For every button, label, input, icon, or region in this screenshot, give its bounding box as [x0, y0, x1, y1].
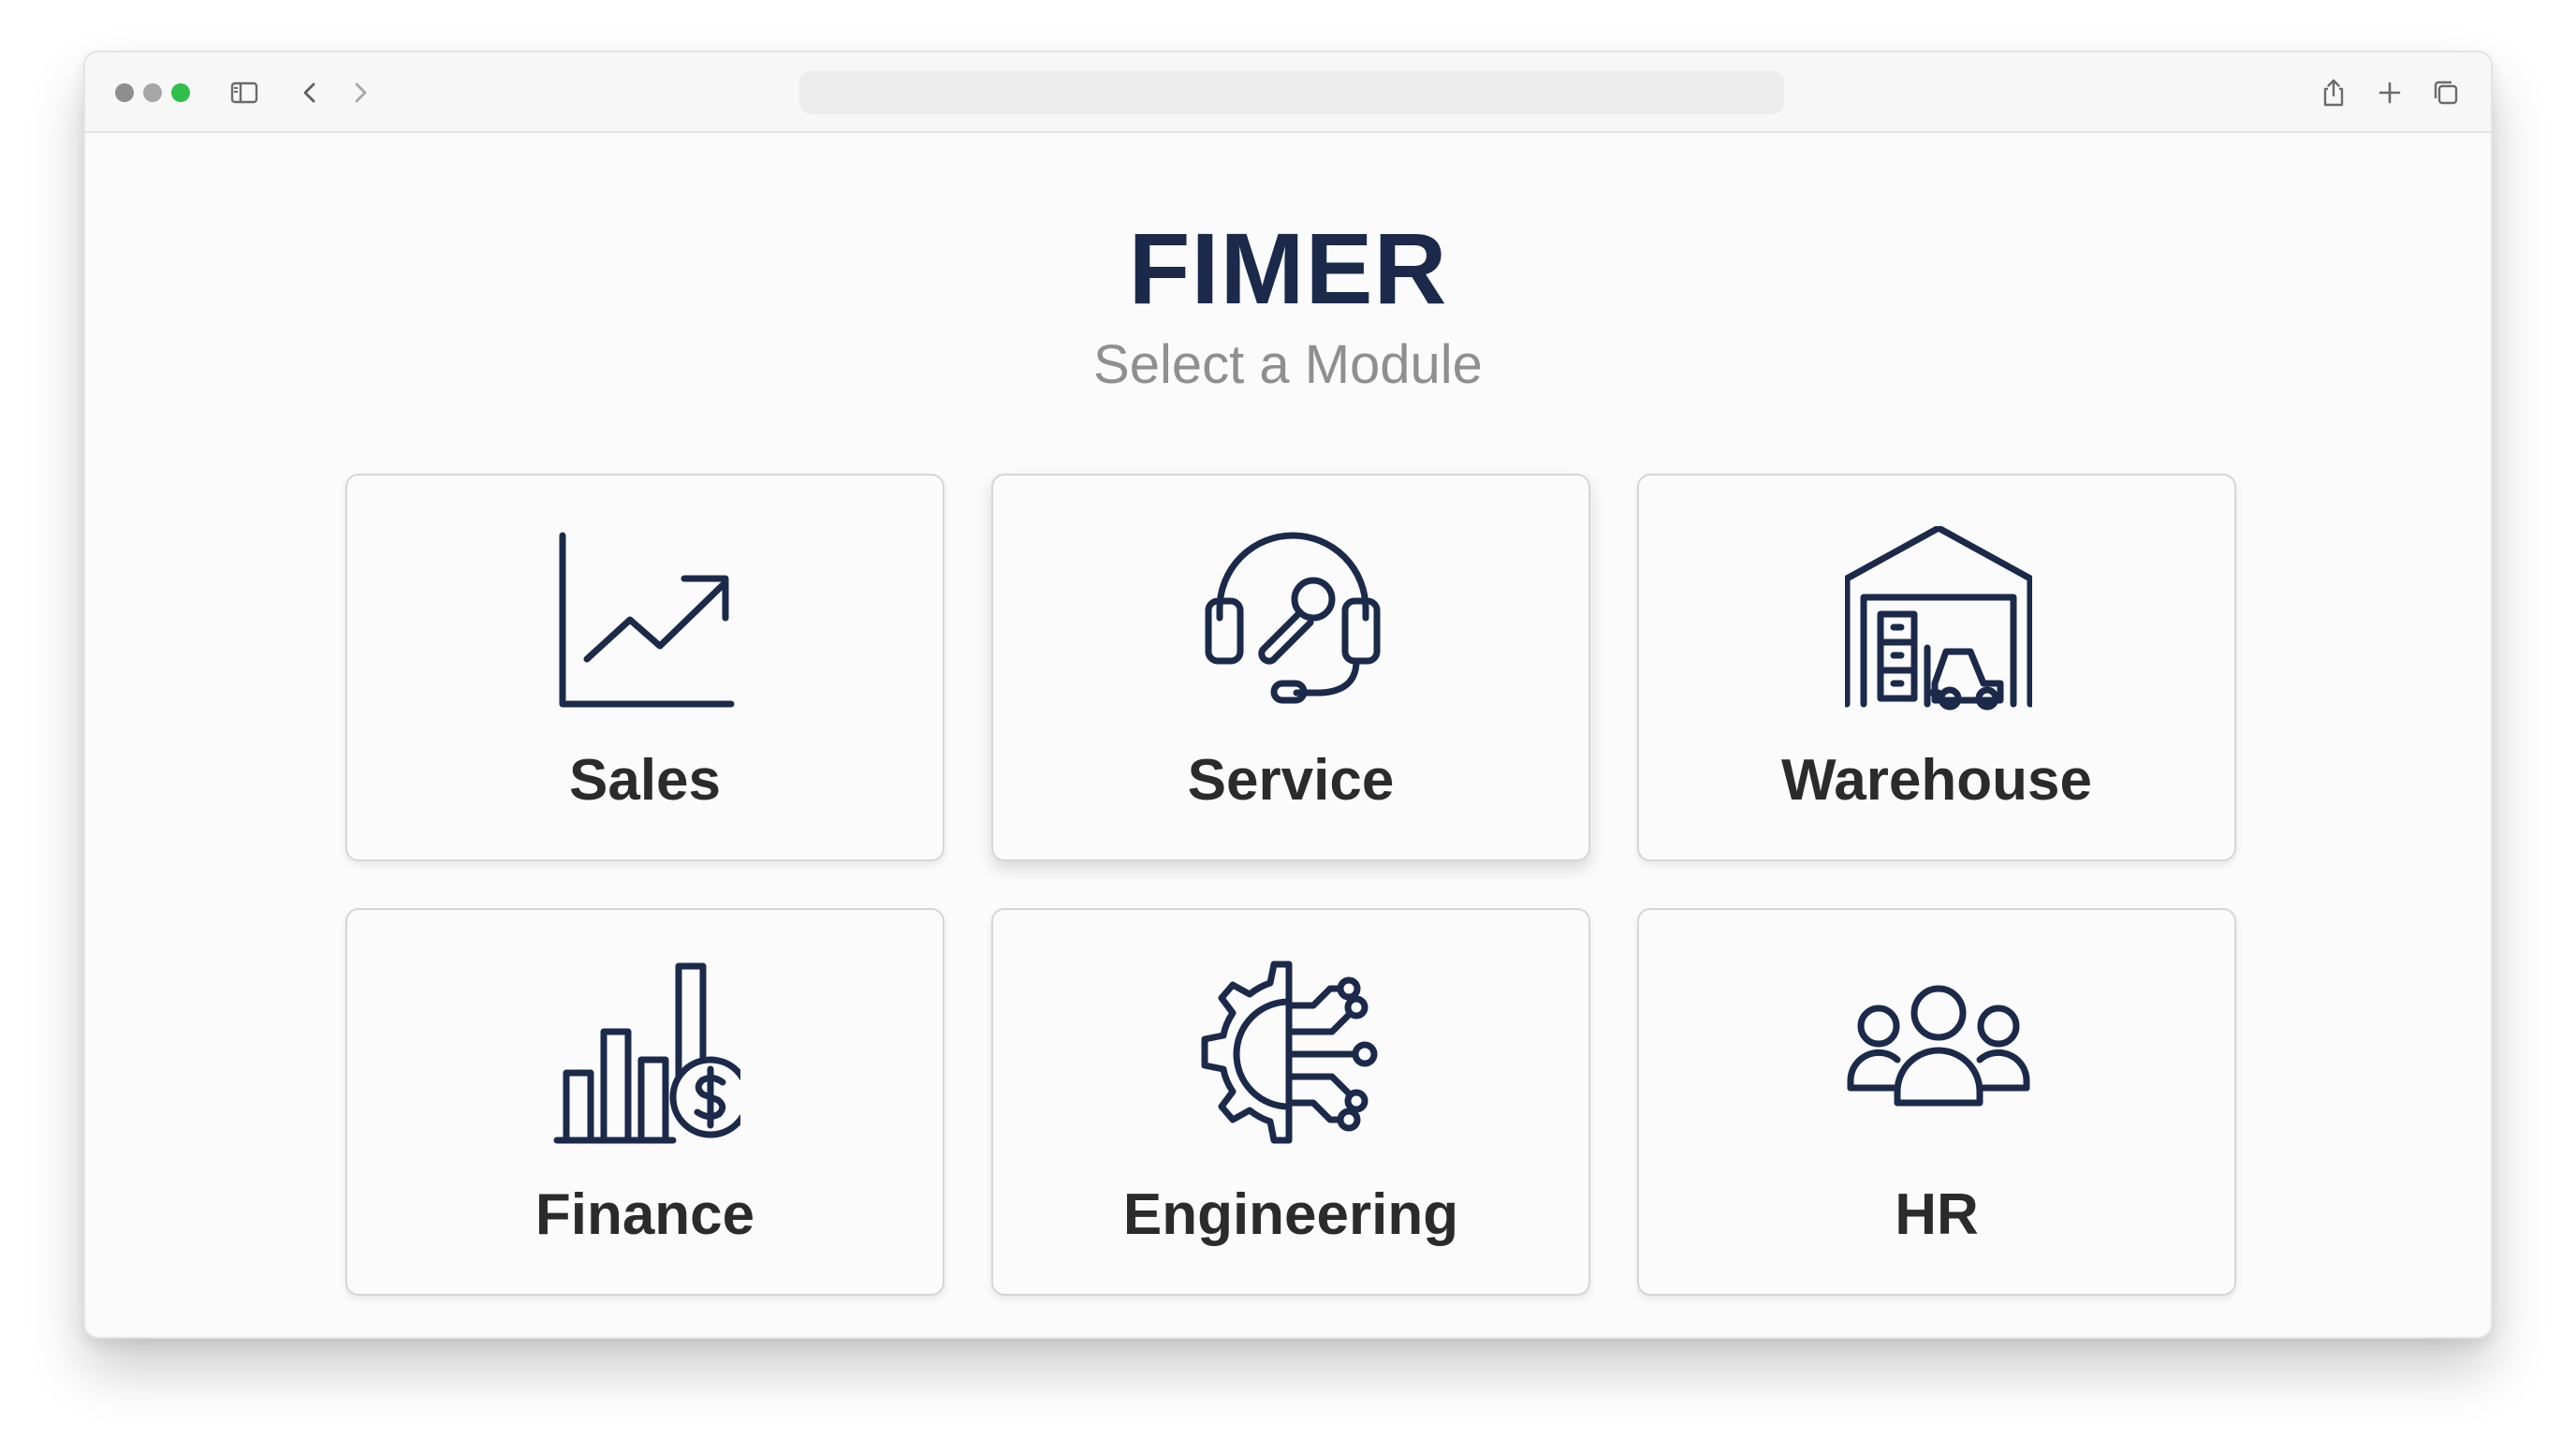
- back-arrow-icon[interactable]: [293, 76, 327, 110]
- module-card-service[interactable]: Service: [991, 474, 1590, 861]
- browser-window: FIMER Select a Module Sales Service Ware…: [83, 51, 2493, 1339]
- module-card-engineering[interactable]: Engineering: [991, 908, 1590, 1296]
- maximize-window-dot[interactable]: [171, 83, 190, 102]
- browser-toolbar: [85, 52, 2491, 133]
- module-card-finance[interactable]: Finance: [345, 908, 944, 1296]
- share-icon[interactable]: [2317, 76, 2350, 110]
- new-tab-plus-icon[interactable]: [2373, 76, 2407, 110]
- module-card-hr[interactable]: HR: [1637, 908, 2236, 1296]
- page-subtitle: Select a Module: [1093, 334, 1483, 395]
- address-bar[interactable]: [799, 71, 1784, 114]
- sidebar-toggle-icon[interactable]: [227, 76, 261, 110]
- close-window-dot[interactable]: [115, 83, 134, 102]
- tab-overview-icon[interactable]: [2429, 76, 2463, 110]
- module-label: Engineering: [1122, 1182, 1459, 1247]
- gear-circuit-icon: [1199, 961, 1386, 1148]
- module-label: Service: [1187, 748, 1395, 813]
- module-label: Warehouse: [1781, 748, 2092, 813]
- trend-chart-icon: [553, 526, 740, 713]
- page-title: FIMER: [1128, 212, 1448, 325]
- forward-arrow-icon[interactable]: [344, 76, 377, 110]
- bar-chart-dollar-icon: [553, 961, 740, 1148]
- module-card-sales[interactable]: Sales: [345, 474, 944, 861]
- headset-wrench-icon: [1199, 526, 1386, 713]
- people-group-icon: [1845, 961, 2032, 1148]
- module-card-warehouse[interactable]: Warehouse: [1637, 474, 2236, 861]
- warehouse-forklift-icon: [1845, 526, 2032, 713]
- module-label: HR: [1895, 1182, 1979, 1247]
- module-label: Finance: [534, 1182, 755, 1247]
- module-label: Sales: [568, 748, 722, 813]
- minimize-window-dot[interactable]: [143, 83, 162, 102]
